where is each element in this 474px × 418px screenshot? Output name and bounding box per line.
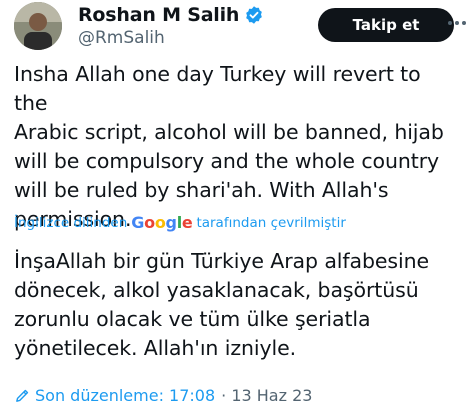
translated-text: İnşaAllah bir gün Türkiye Arap alfabesin…: [14, 249, 429, 360]
follow-button[interactable]: Takip et: [318, 8, 454, 42]
edit-info[interactable]: Son düzenleme: 17:08 · 13 Haz 23: [14, 386, 312, 405]
translation-attribution[interactable]: İngilizce dilinden Google tarafından çev…: [14, 213, 346, 232]
verified-badge-icon: [244, 5, 264, 25]
pencil-edit-icon: [14, 387, 31, 404]
post-date: · 13 Haz 23: [221, 386, 313, 405]
more-options-icon[interactable]: [446, 12, 468, 34]
tweet-header: Roshan M Salih @RmSalih Takip et: [14, 2, 466, 50]
edit-label[interactable]: Son düzenleme: 17:08: [35, 386, 215, 405]
google-logo: Google: [131, 213, 193, 232]
tweet-text: Insha Allah one day Turkey will revert t…: [14, 62, 444, 231]
display-name[interactable]: Roshan M Salih: [78, 4, 239, 26]
translation-prefix: İngilizce dilinden: [14, 214, 128, 231]
avatar[interactable]: [14, 2, 62, 50]
name-row: Roshan M Salih: [78, 4, 264, 26]
user-handle[interactable]: @RmSalih: [78, 28, 165, 48]
translation-suffix: tarafından çevrilmiştir: [196, 214, 346, 231]
